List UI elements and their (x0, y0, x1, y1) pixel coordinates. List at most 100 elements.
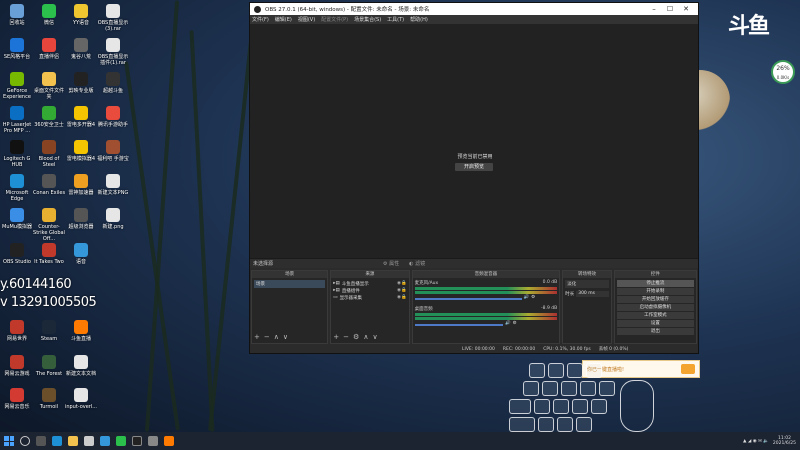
enable-preview-button[interactable]: 开启预览 (455, 163, 493, 171)
desktop-icon[interactable]: 雷电模拟器4 (64, 140, 98, 162)
desktop-icon[interactable]: 新建文本文档 (64, 355, 98, 377)
desktop-icon[interactable]: 网易云音乐 (0, 388, 34, 410)
desktop-icon[interactable]: YY语音 (64, 4, 98, 26)
menu-file[interactable]: 文件(F) (252, 16, 269, 23)
gear-icon[interactable]: ⚙ (531, 295, 535, 300)
app-icon[interactable] (148, 436, 158, 446)
search-icon[interactable] (20, 436, 30, 446)
obs-icon[interactable] (132, 436, 142, 446)
studio-mode-button[interactable]: 工作室模式 (616, 312, 694, 319)
desktop-icon[interactable]: 斗鱼直播 (64, 320, 98, 342)
start-recording-button[interactable]: 开始录制 (616, 288, 694, 295)
desktop-icon[interactable]: OBS Studio (0, 243, 34, 265)
folder-icon[interactable] (68, 436, 78, 446)
source-item[interactable]: ▸▤ 斗鱼直播显示 ◉🔒 (333, 280, 406, 287)
desktop-icon[interactable]: 剪映专业版 (64, 72, 98, 94)
add-icon[interactable]: + (254, 333, 260, 341)
obs-window[interactable]: OBS 27.0.1 (64-bit, windows) - 配置文件: 未命名… (249, 2, 699, 354)
desktop-icon[interactable]: OBS直播显示插件(1).rar (96, 38, 130, 66)
wechat-icon[interactable] (116, 436, 126, 446)
desktop-icon[interactable]: 新建.png (96, 208, 130, 230)
desktop-icon[interactable]: SE风格平台 (0, 38, 34, 60)
task-view-icon[interactable] (36, 436, 46, 446)
eye-icon[interactable]: ◉🔒 (397, 295, 407, 300)
eye-icon[interactable]: ◉🔒 (397, 288, 407, 293)
tray-icons[interactable]: ▲ ◢ ◉ ✉ 🔈 (743, 439, 769, 444)
desktop-icon[interactable]: 鬼谷八荒 (64, 38, 98, 60)
menu-tools[interactable]: 工具(T) (387, 16, 404, 23)
desktop-icon[interactable]: Steam (32, 320, 66, 342)
speaker-icon[interactable]: 🔊 (505, 321, 511, 326)
obs-titlebar[interactable]: OBS 27.0.1 (64-bit, windows) - 配置文件: 未命名… (250, 3, 698, 15)
replay-buffer-button[interactable]: 开始回放缓存 (616, 296, 694, 303)
volume-slider[interactable] (414, 323, 503, 326)
clock[interactable]: 11:02 2021/6/25 (773, 436, 796, 446)
duration-input[interactable]: 300 ms (576, 291, 609, 297)
desktop-icon[interactable]: Counter-Strike Global Off... (32, 208, 66, 242)
desktop-icon[interactable]: input-overl... (64, 388, 98, 410)
gear-icon[interactable]: ⚙ (353, 333, 359, 341)
down-icon[interactable]: ∨ (372, 333, 377, 341)
source-item[interactable]: ▸▤ 直播组件 ◉🔒 (333, 287, 406, 294)
desktop-icon[interactable]: 桌面文件文件夹 (32, 72, 66, 100)
desktop-icon[interactable]: The Forest (32, 355, 66, 377)
edge-icon[interactable] (52, 436, 62, 446)
desktop-icon[interactable]: Conan Exiles (32, 174, 66, 196)
eye-icon[interactable]: ◉🔒 (397, 281, 407, 286)
desktop-icon[interactable]: Logitech G HUB (0, 140, 34, 168)
store-icon[interactable] (84, 436, 94, 446)
down-icon[interactable]: ∨ (283, 333, 288, 341)
windows-start-icon[interactable] (4, 436, 14, 446)
popup-button[interactable] (681, 364, 695, 374)
properties-button[interactable]: ⚙ 属性 (383, 260, 399, 267)
remove-icon[interactable]: − (343, 333, 349, 341)
desktop-icon[interactable]: 语音 (64, 243, 98, 265)
desktop-icon[interactable]: Microsoft Edge (0, 174, 34, 202)
desktop-icon[interactable]: Blood of Steel (32, 140, 66, 168)
source-item[interactable]: ▭ 显示器采集 ◉🔒 (333, 294, 406, 301)
remove-icon[interactable]: − (264, 333, 270, 341)
scene-item[interactable]: 场景 (254, 280, 326, 288)
close-icon[interactable]: ✕ (678, 5, 694, 13)
desktop-icon[interactable]: 360安全卫士 (32, 106, 66, 128)
up-icon[interactable]: ∧ (274, 333, 279, 341)
menu-edit[interactable]: 编辑(E) (275, 16, 292, 23)
gear-icon[interactable]: ⚙ (513, 321, 517, 326)
desktop-icon[interactable]: 回收站 (0, 4, 34, 26)
desktop-icon[interactable]: 网易云游戏 (0, 355, 34, 377)
douyu-icon[interactable] (164, 436, 174, 446)
desktop-icon[interactable]: 腾讯手游助手 (96, 106, 130, 128)
maximize-icon[interactable]: ☐ (662, 5, 678, 13)
add-icon[interactable]: + (333, 333, 339, 341)
desktop-icon[interactable]: 雷神加速器 (64, 174, 98, 196)
desktop-icon[interactable]: 福利吧 手游宝 (96, 140, 130, 162)
up-icon[interactable]: ∧ (363, 333, 368, 341)
minimize-icon[interactable]: – (646, 5, 662, 13)
desktop-icon[interactable]: 网易世界 (0, 320, 34, 342)
menu-view[interactable]: 视图(V) (298, 16, 315, 23)
desktop-icon[interactable]: OBS直播显示(3).rar (96, 4, 130, 32)
desktop-icon[interactable]: 超越斗鱼 (96, 72, 130, 94)
virtual-camera-button[interactable]: 启动虚拟摄像机 (616, 304, 694, 311)
stop-streaming-button[interactable]: 停止推流 (616, 280, 694, 287)
cpu-widget[interactable]: 26% 0.0K/s (771, 60, 795, 84)
menu-help[interactable]: 帮助(H) (410, 16, 428, 23)
preview-area[interactable]: 预览当前已禁用 开启预览 (250, 24, 698, 258)
app-icon[interactable] (100, 436, 110, 446)
speaker-icon[interactable]: 🔊 (524, 295, 530, 300)
desktop-icon[interactable]: 雷电多开器4 (64, 106, 98, 128)
desktop-icon[interactable]: GeForce Experience (0, 72, 34, 100)
transition-select[interactable]: 淡化 (565, 280, 609, 288)
menu-profile[interactable]: 配置文件(P) (321, 16, 348, 23)
desktop-icon[interactable]: It Takes Two (32, 243, 66, 265)
desktop-icon[interactable]: MuMu模拟器 (0, 208, 34, 230)
desktop-icon[interactable]: 直播伴侣 (32, 38, 66, 60)
filters-button[interactable]: ◐ 滤镜 (409, 260, 425, 267)
desktop-icon[interactable]: HP LaserJet Pro MFP ... (0, 106, 34, 134)
settings-button[interactable]: 设置 (616, 320, 694, 327)
desktop-icon[interactable]: 新建文本PNG (96, 174, 130, 196)
volume-slider[interactable] (414, 297, 522, 300)
menu-scene-collection[interactable]: 场景集合(S) (354, 16, 381, 23)
exit-button[interactable]: 退出 (616, 328, 694, 335)
desktop-icon[interactable]: Turmoil (32, 388, 66, 410)
